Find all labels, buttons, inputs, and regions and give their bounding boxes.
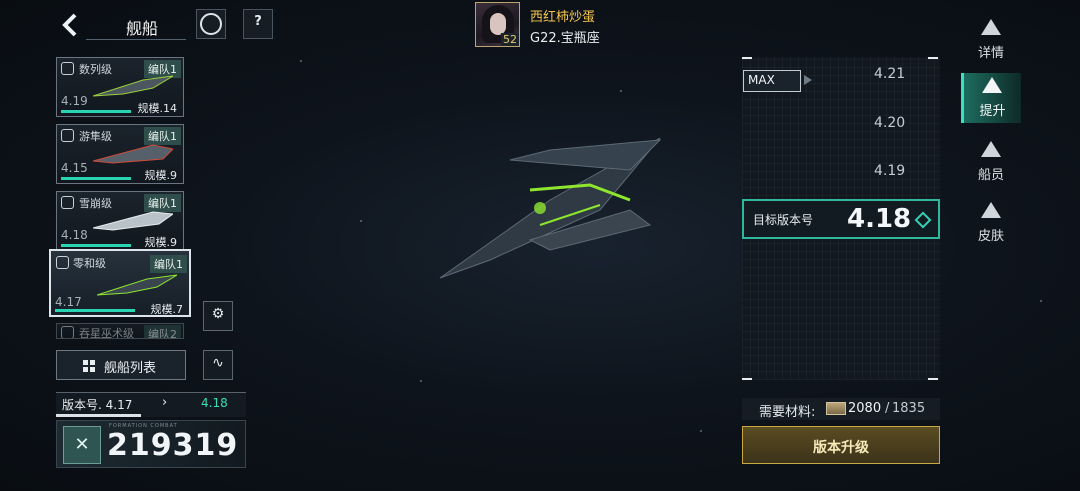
materials-have: 2080	[848, 401, 882, 416]
ship-progress-bar	[55, 309, 135, 312]
ship-progress-bar	[61, 110, 131, 113]
ship-scale: 规模.9	[144, 169, 178, 182]
ship-version: 4.18	[61, 228, 88, 242]
planet-icon	[200, 13, 222, 35]
ship-version: 4.17	[55, 295, 82, 309]
ship-list-button[interactable]: 舰船列表	[56, 350, 186, 380]
ship-card[interactable]: 吞星巫术级 编队2	[56, 323, 184, 339]
ship-scale: 规模.7	[150, 303, 184, 316]
target-version-label: 目标版本号	[753, 213, 814, 227]
ship-progress-bar	[61, 244, 131, 247]
materials-need: 1835	[892, 401, 926, 416]
skin-icon	[981, 202, 1001, 218]
ship-class-icon	[61, 326, 74, 338]
ship-card[interactable]: 雪崩级 编队1 4.18 规模.9	[56, 191, 184, 251]
player-level: 52	[501, 33, 519, 46]
nav-upgrade[interactable]: 提升	[961, 73, 1021, 123]
ship-progress-bar	[61, 177, 131, 180]
fleet-tag: 编队1	[150, 255, 187, 273]
ship-thumbnail	[93, 144, 173, 164]
formation-icon: ⚙	[211, 306, 225, 322]
ship-class-icon	[61, 129, 74, 142]
ship-thumbnail	[93, 75, 173, 97]
star	[620, 90, 622, 92]
ship-class-icon	[61, 62, 74, 75]
panel-corner	[742, 57, 752, 59]
play-arrow-icon	[804, 75, 812, 85]
ship-card[interactable]: 游隼级 编队1 4.15 规模.9	[56, 124, 184, 184]
diamond-icon	[914, 211, 932, 229]
formation-button[interactable]: ⚙	[203, 301, 233, 331]
target-version-value: 4.18	[847, 204, 912, 234]
ship-name: 零和级	[73, 257, 106, 270]
nav-label: 船员	[977, 168, 1004, 183]
star	[700, 430, 702, 432]
player-avatar[interactable]: 52	[475, 2, 520, 47]
target-version-box[interactable]: 目标版本号 4.18	[742, 199, 940, 239]
max-version-button[interactable]: MAX	[743, 70, 801, 92]
page-title: 舰船	[126, 19, 159, 38]
ship-icon	[981, 19, 1001, 35]
version-option[interactable]: 4.20	[874, 115, 905, 131]
player-name: 西红柿炒蛋	[530, 10, 596, 25]
ship-thumbnail	[97, 274, 177, 296]
ship-card-selected[interactable]: 零和级 编队1 4.17 规模.7	[49, 249, 191, 317]
star	[1040, 300, 1042, 302]
ship-class-icon	[56, 256, 69, 269]
nav-label: 皮肤	[977, 229, 1004, 244]
planet-button[interactable]	[196, 9, 226, 39]
version-progress-bar	[56, 414, 141, 417]
panel-corner	[928, 378, 938, 380]
nav-label: 详情	[977, 46, 1004, 61]
back-chevron-icon[interactable]	[58, 12, 84, 38]
ship-card[interactable]: 数列级 编队1 4.19 规模.14	[56, 57, 184, 117]
materials-row: 需要材料: 2080 / 1835	[742, 398, 940, 420]
crossed-swords-icon: ✕	[63, 426, 101, 464]
page-header: 舰船	[86, 10, 186, 40]
version-option[interactable]: 4.21	[874, 66, 905, 82]
material-crate-icon	[826, 402, 846, 415]
player-server: G22.宝瓶座	[530, 31, 600, 46]
panel-corner	[928, 57, 938, 59]
ship-scale: 规模.9	[144, 236, 178, 249]
stats-button[interactable]: ∿	[203, 350, 233, 380]
star	[300, 60, 302, 62]
upgrade-label: 版本升级	[813, 440, 869, 456]
version-option[interactable]: 4.19	[874, 163, 905, 179]
waveform-icon: ∿	[212, 355, 224, 371]
materials-label: 需要材料:	[759, 405, 816, 420]
upgrade-icon	[982, 77, 1002, 93]
avatar-face	[490, 13, 506, 35]
target-version: 4.18	[201, 396, 228, 410]
star	[360, 220, 362, 222]
grid-icon	[83, 360, 95, 372]
question-icon: ?	[254, 14, 262, 29]
max-label: MAX	[748, 73, 775, 87]
nav-skins[interactable]: 皮肤	[961, 198, 1021, 248]
title-underline	[86, 39, 186, 40]
ship-thumbnail	[93, 211, 173, 231]
star	[420, 380, 422, 382]
ship-name: 吞星巫术级	[79, 327, 134, 339]
panel-corner	[742, 378, 752, 380]
ship-class-icon	[61, 196, 74, 209]
arrow-right-icon: ›	[162, 395, 168, 410]
materials-separator: /	[885, 401, 890, 416]
ship-scale: 规模.14	[137, 102, 178, 115]
ship-list-label: 舰船列表	[104, 361, 157, 376]
current-version: 版本号. 4.17	[62, 398, 133, 412]
ship-version: 4.19	[61, 94, 88, 108]
version-row: 版本号. 4.17 › 4.18	[56, 392, 246, 417]
nav-label: 提升	[979, 104, 1006, 119]
fleet-tag: 编队2	[144, 325, 181, 338]
ship-version: 4.15	[61, 161, 88, 175]
upgrade-button[interactable]: 版本升级	[742, 426, 940, 464]
crew-icon	[981, 141, 1001, 157]
help-button[interactable]: ?	[243, 9, 273, 39]
ship-model	[439, 137, 662, 279]
nav-details[interactable]: 详情	[961, 15, 1021, 65]
combat-power-value: 219319	[107, 428, 239, 463]
combat-power: ✕ FORMATION COMBAT 219319	[56, 420, 246, 468]
nav-crew[interactable]: 船员	[961, 137, 1021, 187]
